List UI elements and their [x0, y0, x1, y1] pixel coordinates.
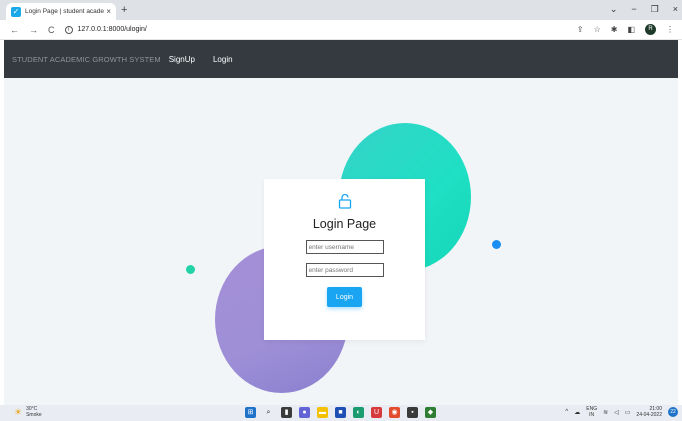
tab-close-icon[interactable]: ×	[106, 7, 111, 16]
page-title: Login Page	[312, 217, 377, 231]
window-controls: ⌄ − ❐ ×	[610, 4, 678, 15]
weather-widget[interactable]: ☀ 30°C Smoke	[14, 406, 42, 418]
nav-link-signup[interactable]: SignUp	[169, 55, 195, 64]
forward-icon[interactable]: →	[29, 25, 38, 35]
taskbar-apps: ⊞ ⌕ ▮ ● ▬ ■ ◐ U ◉ ▪ ◆	[245, 407, 436, 418]
browser-tab-strip: ✓ Login Page | student academic g × + ⌄ …	[0, 0, 682, 20]
weather-haze-icon: ☀	[14, 406, 23, 417]
notification-badge[interactable]: 22	[668, 407, 678, 417]
search-icon[interactable]: ⌕	[263, 407, 274, 418]
profile-avatar[interactable]: R	[645, 24, 656, 35]
file-explorer-icon[interactable]: ▬	[317, 407, 328, 418]
taskbar-app-icon[interactable]: ◆	[425, 407, 436, 418]
system-tray: ^ ☁ ENG IN ≋ ◁ ▭ 21:00 24-04-2022 22	[565, 406, 678, 418]
reload-icon[interactable]: C	[48, 25, 55, 35]
maximize-icon[interactable]: ❐	[651, 4, 659, 15]
nav-link-login[interactable]: Login	[213, 55, 233, 64]
language-indicator[interactable]: ENG IN	[586, 406, 597, 418]
store-icon[interactable]: ■	[335, 407, 346, 418]
mcafee-icon[interactable]: U	[371, 407, 382, 418]
task-view-icon[interactable]: ▮	[281, 407, 292, 418]
extensions-icon[interactable]: ✱	[611, 25, 618, 34]
login-button[interactable]: Login	[327, 287, 362, 307]
clock-date: 24-04-2022	[636, 412, 662, 418]
new-tab-icon[interactable]: +	[121, 4, 127, 16]
browser-menu-icon[interactable]: ⋮	[666, 25, 674, 34]
start-icon[interactable]: ⊞	[245, 407, 256, 418]
favicon-icon: ✓	[11, 6, 21, 17]
chat-icon[interactable]: ●	[299, 407, 310, 418]
chrome-icon[interactable]: ◉	[389, 407, 400, 418]
weather-condition: Smoke	[26, 412, 42, 418]
minimize-icon[interactable]: −	[631, 4, 636, 15]
login-card: Login Page Login	[264, 179, 425, 340]
browser-tab[interactable]: ✓ Login Page | student academic g ×	[6, 3, 116, 20]
bookmark-star-icon[interactable]: ☆	[594, 25, 601, 34]
site-info-icon[interactable]: i	[64, 25, 73, 34]
tray-overflow-icon[interactable]: ^	[565, 409, 568, 415]
battery-icon[interactable]: ▭	[625, 409, 631, 416]
username-input[interactable]	[305, 240, 384, 254]
url-text: 127.0.0.1:8000/ulogin/	[77, 26, 147, 33]
taskbar: ☀ 30°C Smoke ⊞ ⌕ ▮ ● ▬ ■ ◐ U ◉ ▪ ◆ ^ ☁ E…	[0, 405, 682, 421]
region-code: IN	[589, 412, 595, 418]
password-input[interactable]	[305, 263, 384, 277]
edge-icon[interactable]: ◐	[353, 407, 364, 418]
address-bar-row: ← → C i 127.0.0.1:8000/ulogin/ ⇪ ☆ ✱ ◧ R…	[0, 20, 682, 40]
tab-search-icon[interactable]: ⌄	[610, 4, 618, 15]
side-panel-icon[interactable]: ◧	[627, 25, 635, 34]
unlock-icon	[338, 193, 351, 209]
terminal-icon[interactable]: ▪	[407, 407, 418, 418]
decorative-green-dot	[186, 265, 195, 274]
weather-text: 30°C Smoke	[26, 406, 42, 418]
screen: ✓ Login Page | student academic g × + ⌄ …	[0, 0, 682, 421]
clock[interactable]: 21:00 24-04-2022	[636, 406, 662, 418]
tab-title: Login Page | student academic g	[25, 8, 105, 15]
back-icon[interactable]: ←	[10, 25, 19, 35]
toolbar-actions: ⇪ ☆ ✱ ◧ R ⋮	[577, 24, 674, 35]
url-field[interactable]: i 127.0.0.1:8000/ulogin/	[64, 23, 535, 37]
wifi-icon[interactable]: ≋	[603, 409, 608, 416]
cloud-icon[interactable]: ☁	[574, 409, 580, 416]
decorative-blue-dot	[492, 240, 501, 249]
volume-icon[interactable]: ◁	[614, 409, 619, 416]
close-window-icon[interactable]: ×	[673, 4, 678, 15]
page-content: Login Page Login	[4, 78, 678, 405]
navbar-brand[interactable]: STUDENT ACADEMIC GROWTH SYSTEM	[12, 55, 161, 64]
site-navbar: STUDENT ACADEMIC GROWTH SYSTEM SignUp Lo…	[4, 40, 678, 78]
share-icon[interactable]: ⇪	[577, 25, 584, 34]
